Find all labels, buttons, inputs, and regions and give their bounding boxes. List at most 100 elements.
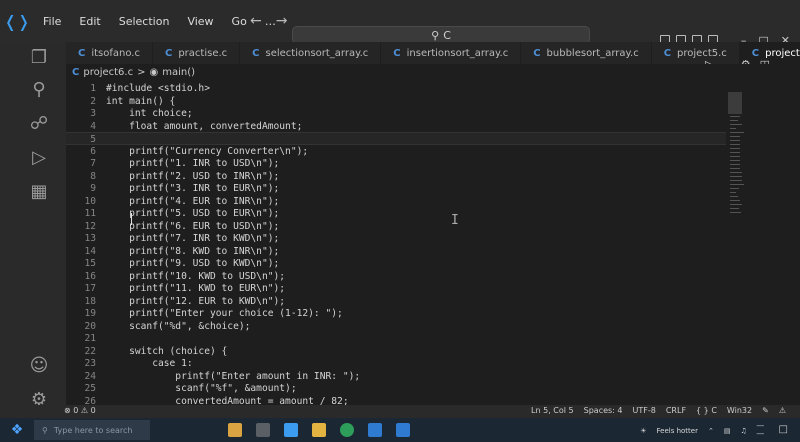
notification-center-icon[interactable]: □ (779, 424, 788, 435)
cursor-position[interactable]: Ln 5, Col 5 (531, 406, 574, 415)
tray-arrow-icon[interactable]: ⌃ (708, 427, 714, 435)
task-view-icon[interactable] (256, 423, 270, 437)
code-line[interactable]: 7 printf("1. INR to USD\n"); (66, 157, 726, 170)
notifications-bell-icon[interactable]: ⚠ (779, 406, 786, 415)
menu-item[interactable]: View (178, 15, 222, 28)
problems-indicator[interactable]: ⊗ 0 ⚠ 0 (64, 406, 96, 415)
code-line[interactable]: 4 float amount, convertedAmount; (66, 120, 726, 133)
platform[interactable]: Win32 (727, 406, 752, 415)
editor-tab-bar: Citsofano.c Cpractise.c Cselectionsort_arr… (66, 42, 800, 64)
line-number: 5 (90, 134, 96, 145)
menu-item[interactable]: File (34, 15, 70, 28)
code-line[interactable]: 5 (66, 132, 726, 145)
code-line[interactable]: 9 printf("3. INR to EUR\n"); (66, 182, 726, 195)
line-number: 25 (84, 383, 96, 394)
explorer-icon[interactable]: ❐ (28, 46, 50, 68)
code-line[interactable]: 15 printf("9. USD to KWD\n"); (66, 257, 726, 270)
source-control-icon[interactable]: ☍ (28, 112, 50, 134)
code-line[interactable]: 25 scanf("%f", &amount); (66, 382, 726, 395)
minimap-line (730, 148, 740, 149)
back-arrow-icon[interactable]: ← (250, 13, 262, 29)
code-line[interactable]: 18 printf("12. EUR to KWD\n"); (66, 295, 726, 308)
editor-tab[interactable]: Cinsertionsort_array.c (381, 42, 522, 64)
code-line[interactable]: 24 printf("Enter amount in INR: "); (66, 370, 726, 383)
code-line[interactable]: 20 scanf("%d", &choice); (66, 320, 726, 333)
line-number: 2 (90, 95, 96, 107)
menu-item[interactable]: Selection (110, 15, 179, 28)
line-number: 18 (84, 295, 96, 307)
word-icon[interactable] (368, 423, 382, 437)
code-text: case 1: (106, 358, 193, 369)
c-file-icon: C (751, 47, 760, 59)
editor-tab[interactable]: Cpractise.c (153, 42, 241, 64)
minimap-slider[interactable] (728, 92, 742, 114)
menu-item[interactable]: Edit (70, 15, 109, 28)
code-line[interactable]: 17 printf("11. KWD to EUR\n"); (66, 282, 726, 295)
clock[interactable]: ── ── (757, 423, 764, 439)
extensions-icon[interactable]: ▦ (28, 180, 50, 202)
code-line[interactable]: 10 printf("4. EUR to INR\n"); (66, 195, 726, 208)
code-line[interactable]: 21 (66, 332, 726, 345)
code-line[interactable]: 23 case 1: (66, 357, 726, 370)
minimap-line (730, 164, 740, 165)
code-line[interactable]: 14 printf("8. KWD to INR\n"); (66, 245, 726, 258)
code-line[interactable]: 13 printf("7. INR to KWD\n"); (66, 232, 726, 245)
code-text: printf("10. KWD to USD\n"); (106, 270, 286, 282)
breadcrumb-file[interactable]: project6.c (83, 67, 133, 78)
code-line[interactable]: 11 printf("5. USD to EUR\n"); (66, 207, 726, 220)
code-line[interactable]: 12 printf("6. EUR to USD\n"); (66, 220, 726, 233)
minimap-line (730, 196, 738, 197)
text-cursor (131, 213, 132, 225)
minimap-line (730, 172, 742, 173)
network-icon[interactable]: ▤ (724, 427, 731, 435)
code-line[interactable]: 16 printf("10. KWD to USD\n"); (66, 270, 726, 283)
weather-text[interactable]: Feels hotter (657, 427, 698, 435)
chrome-icon[interactable] (340, 423, 354, 437)
tab-label: project6.c (765, 47, 800, 59)
minimap-line (730, 140, 740, 141)
line-number: 23 (84, 358, 96, 369)
line-number: 21 (84, 333, 96, 344)
encoding[interactable]: UTF-8 (633, 406, 656, 415)
code-editor[interactable]: 26 convertedAmount = amount / 82; 25 scan… (66, 80, 746, 407)
code-text: scanf("%d", &choice); (106, 320, 251, 332)
breadcrumb-symbol[interactable]: main() (162, 67, 195, 78)
account-icon[interactable]: ☺ (28, 354, 50, 376)
vscode-taskbar-icon[interactable] (284, 423, 298, 437)
warning-count: 0 (90, 406, 96, 415)
folder-icon[interactable] (312, 423, 326, 437)
end-of-line[interactable]: CRLF (666, 406, 686, 415)
file-explorer-icon[interactable] (228, 423, 242, 437)
code-line[interactable]: 6 printf("Currency Converter\n"); (66, 145, 726, 158)
minimap-line (730, 188, 739, 189)
forward-arrow-icon[interactable]: → (276, 13, 288, 29)
code-text: printf("8. KWD to INR\n"); (106, 245, 280, 257)
search-icon[interactable]: ⚲ (28, 78, 50, 100)
edge-icon[interactable] (396, 423, 410, 437)
line-number: 4 (90, 120, 96, 132)
code-line[interactable]: 2 int main() { (66, 95, 726, 108)
c-file-icon: C (78, 47, 86, 59)
editor-tab[interactable]: Cbubblesort_array.c (521, 42, 652, 64)
editor-tab[interactable]: Citsofano.c (66, 42, 153, 64)
indentation[interactable]: Spaces: 4 (584, 406, 623, 415)
status-right: Ln 5, Col 5 Spaces: 4 UTF-8 CRLF { } C W… (531, 406, 786, 415)
language-label: C (711, 406, 717, 415)
volume-icon[interactable]: ♫ (740, 427, 746, 435)
code-text: printf("3. INR to EUR\n"); (106, 183, 280, 194)
windows-start-icon[interactable]: ❖ (0, 418, 34, 442)
feedback-icon[interactable]: ✎ (762, 406, 769, 415)
code-line[interactable]: 3 int choice; (66, 107, 726, 120)
run-debug-icon[interactable]: ▷ (28, 146, 50, 168)
code-line[interactable]: 19 printf("Enter your choice (1-12): "); (66, 307, 726, 320)
minimap[interactable] (722, 92, 752, 222)
code-line[interactable]: 8 printf("2. USD to INR\n"); (66, 170, 726, 183)
taskbar-search[interactable]: ⚲ Type here to search (34, 420, 150, 440)
weather-icon[interactable]: ☀ (640, 427, 646, 435)
editor-tab[interactable]: Cselectionsort_array.c (240, 42, 382, 64)
title-bar: ❬❭ File Edit Selection View Go… ← → ⚲ C – □ … (0, 0, 800, 47)
code-line[interactable]: 22 switch (choice) { (66, 345, 726, 358)
code-line[interactable]: 1 #include <stdio.h> (66, 82, 726, 95)
minimap-line (730, 212, 741, 213)
language-mode[interactable]: { } C (696, 406, 717, 415)
